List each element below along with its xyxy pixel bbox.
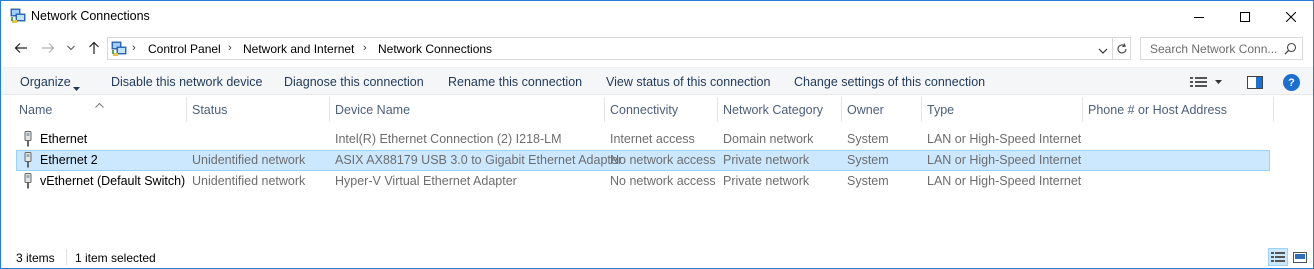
- search-icon[interactable]: [1284, 42, 1297, 58]
- column-header-device-name[interactable]: Device Name: [335, 103, 410, 117]
- column-header-owner[interactable]: Owner: [847, 103, 884, 117]
- sort-ascending-icon: [95, 97, 104, 111]
- large-icons-view-icon: [1293, 251, 1307, 263]
- status-bar: 3 items 1 item selected: [2, 246, 1313, 268]
- change-view-button[interactable]: [1190, 74, 1224, 90]
- owner: System: [847, 174, 889, 188]
- connectivity: No network access: [610, 153, 716, 167]
- device-name: ASIX AX88179 USB 3.0 to Gigabit Ethernet…: [335, 153, 622, 167]
- title-bar: Network Connections: [1, 1, 1313, 32]
- selection-count: 1 item selected: [75, 251, 156, 265]
- help-button[interactable]: ?: [1283, 74, 1300, 91]
- connection-row-ethernet[interactable]: Ethernet Intel(R) Ethernet Connection (2…: [16, 129, 1270, 150]
- recent-locations-button[interactable]: [65, 39, 77, 57]
- search-placeholder: Search Network Conn...: [1150, 42, 1278, 56]
- connection-type: LAN or High-Speed Internet: [927, 174, 1082, 188]
- owner: System: [847, 153, 889, 167]
- connection-name: Ethernet: [40, 132, 88, 146]
- breadcrumb-separator[interactable]: ›: [228, 42, 232, 54]
- close-button[interactable]: [1268, 1, 1314, 32]
- column-header-connectivity[interactable]: Connectivity: [610, 103, 678, 117]
- address-bar[interactable]: › Control Panel › Network and Internet ›…: [107, 37, 1113, 60]
- back-arrow-icon: [14, 43, 27, 53]
- address-dropdown-button[interactable]: [1098, 44, 1108, 58]
- network-category: Domain network: [723, 132, 814, 146]
- refresh-icon: [1117, 42, 1127, 53]
- forward-arrow-icon: [42, 43, 55, 53]
- ethernet-adapter-icon: [21, 152, 35, 168]
- organize-button[interactable]: Organize: [20, 75, 71, 89]
- ethernet-adapter-icon: [21, 131, 35, 147]
- device-name: Hyper-V Virtual Ethernet Adapter: [335, 174, 517, 188]
- search-box[interactable]: Search Network Conn...: [1140, 37, 1303, 60]
- column-header-name[interactable]: Name: [19, 103, 52, 117]
- diagnose-connection-button[interactable]: Diagnose this connection: [284, 75, 424, 89]
- network-category: Private network: [723, 174, 810, 188]
- change-settings-button[interactable]: Change settings of this connection: [794, 75, 985, 89]
- navigation-bar: › Control Panel › Network and Internet ›…: [1, 35, 1313, 63]
- details-view-icon: [1271, 251, 1285, 262]
- connection-row-ethernet-2[interactable]: Ethernet 2 Unidentified network ASIX AX8…: [16, 150, 1270, 171]
- details-view-icon: [1190, 77, 1222, 87]
- details-view-toggle[interactable]: [1268, 248, 1288, 266]
- maximize-button[interactable]: [1222, 1, 1268, 32]
- maximize-icon: [1240, 11, 1250, 22]
- breadcrumb-network-connections[interactable]: Network Connections: [378, 42, 492, 56]
- back-button[interactable]: [12, 39, 30, 57]
- minimize-icon: [1194, 16, 1204, 18]
- explorer-window: Network Connections › Control Panel › Ne…: [0, 0, 1314, 269]
- breadcrumb-separator[interactable]: ›: [363, 42, 367, 54]
- connection-name: vEthernet (Default Switch): [40, 174, 186, 188]
- command-bar: Organize Disable this network device Dia…: [2, 67, 1313, 95]
- disable-network-device-button[interactable]: Disable this network device: [111, 75, 262, 89]
- breadcrumb-network-and-internet[interactable]: Network and Internet: [243, 42, 354, 56]
- connection-type: LAN or High-Speed Internet: [927, 132, 1082, 146]
- up-arrow-icon: [89, 41, 99, 54]
- device-name: Intel(R) Ethernet Connection (2) I218-LM: [335, 132, 562, 146]
- column-header-network-category[interactable]: Network Category: [723, 103, 823, 117]
- connection-status: Unidentified network: [192, 174, 306, 188]
- minimize-button[interactable]: [1176, 1, 1222, 32]
- connection-type: LAN or High-Speed Internet: [927, 153, 1082, 167]
- network-connections-icon: [10, 8, 26, 24]
- connectivity: No network access: [610, 174, 716, 188]
- owner: System: [847, 132, 889, 146]
- column-headers: Name Status Device Name Connectivity Net…: [2, 97, 1313, 123]
- chevron-down-icon: [67, 45, 75, 51]
- connection-status: Unidentified network: [192, 153, 306, 167]
- connectivity: Internet access: [610, 132, 695, 146]
- chevron-down-icon: [1098, 48, 1108, 54]
- forward-button[interactable]: [39, 39, 57, 57]
- ethernet-adapter-icon: [21, 173, 35, 189]
- breadcrumb-control-panel[interactable]: Control Panel: [148, 42, 221, 56]
- view-status-button[interactable]: View status of this connection: [606, 75, 770, 89]
- window-title: Network Connections: [31, 9, 150, 23]
- column-header-type[interactable]: Type: [927, 103, 954, 117]
- connection-name: Ethernet 2: [40, 153, 98, 167]
- close-icon: [1286, 11, 1296, 22]
- organize-dropdown-icon[interactable]: [73, 80, 80, 94]
- breadcrumb-separator[interactable]: ›: [132, 42, 136, 54]
- network-category: Private network: [723, 153, 810, 167]
- refresh-button[interactable]: [1113, 37, 1131, 60]
- column-header-phone-host[interactable]: Phone # or Host Address: [1088, 103, 1227, 117]
- up-button[interactable]: [85, 39, 103, 57]
- connection-row-vethernet-default-switch[interactable]: vEthernet (Default Switch) Unidentified …: [16, 171, 1270, 192]
- item-count: 3 items: [16, 251, 55, 265]
- large-icons-view-toggle[interactable]: [1290, 248, 1310, 266]
- network-connections-icon: [111, 41, 127, 57]
- preview-pane-button[interactable]: [1247, 74, 1263, 90]
- rename-connection-button[interactable]: Rename this connection: [448, 75, 582, 89]
- preview-pane-icon: [1247, 75, 1263, 89]
- column-header-status[interactable]: Status: [192, 103, 227, 117]
